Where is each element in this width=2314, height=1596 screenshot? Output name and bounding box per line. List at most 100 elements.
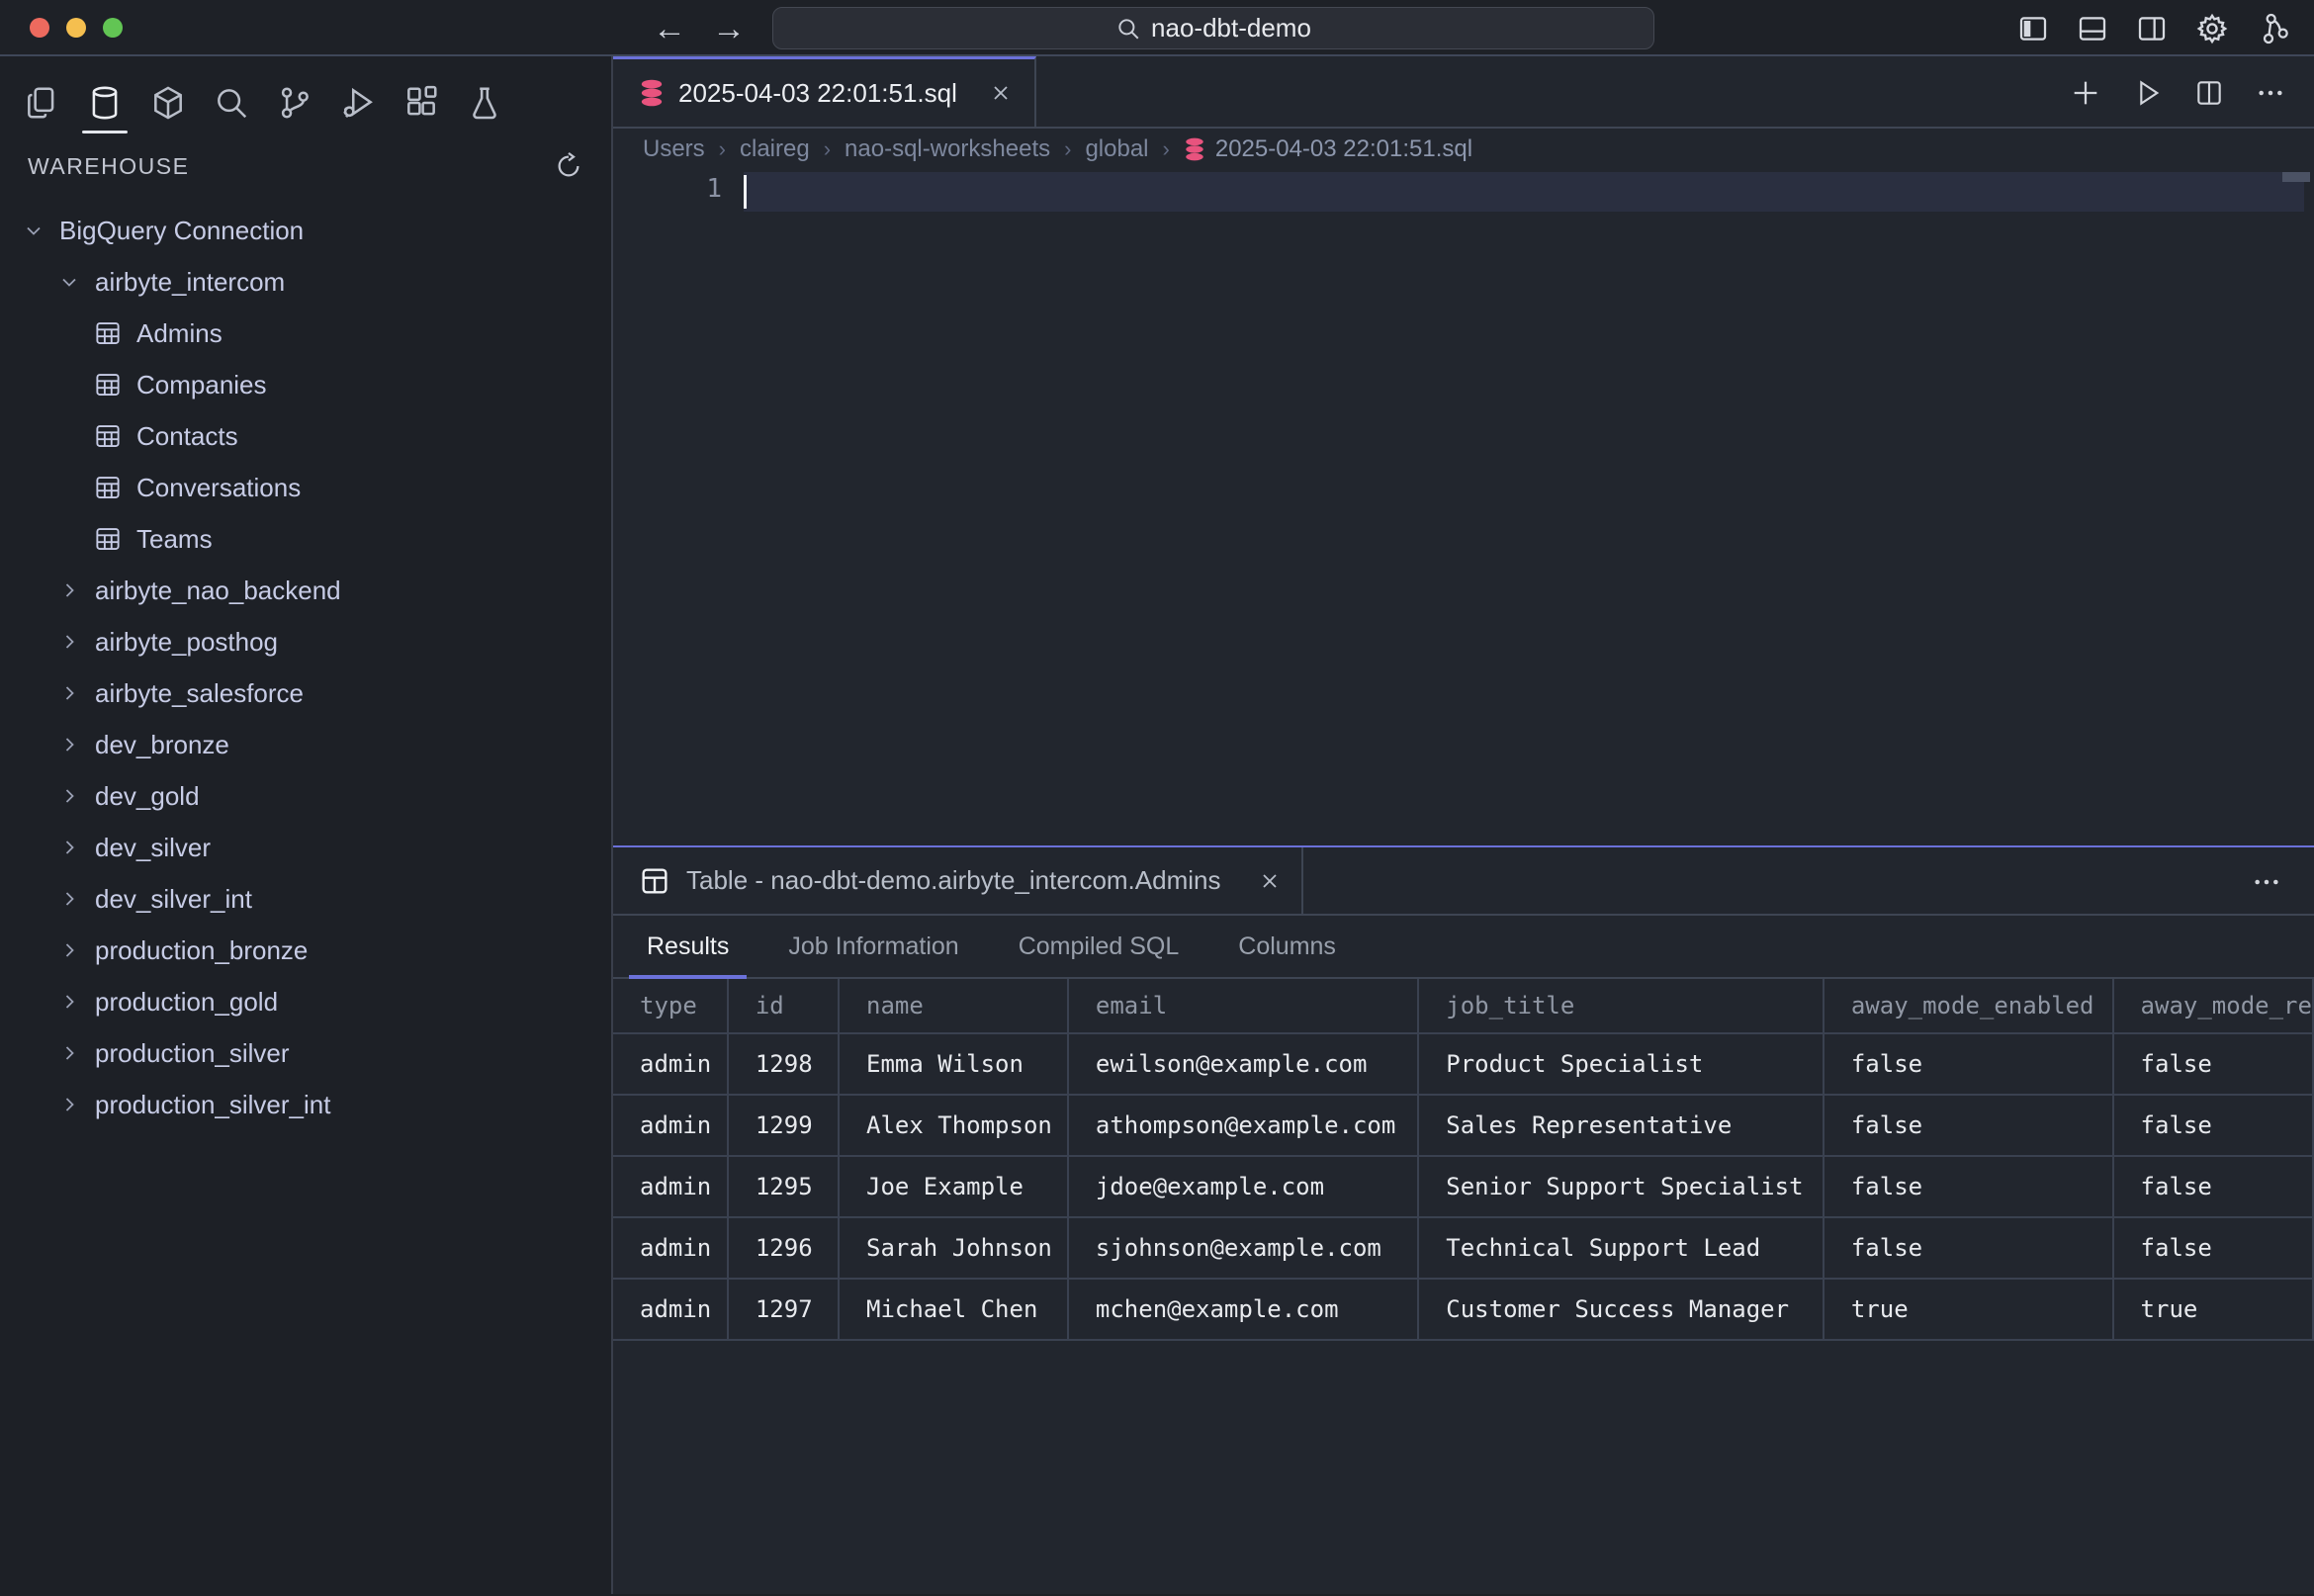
cell-away_mode_re[interactable]: false xyxy=(2113,1156,2313,1217)
tree-item-production-bronze[interactable]: production_bronze xyxy=(0,925,611,976)
cell-name[interactable]: Sarah Johnson xyxy=(839,1217,1068,1279)
subtab-job-information[interactable]: Job Information xyxy=(784,916,962,977)
cell-away_mode_enabled[interactable]: false xyxy=(1824,1095,2113,1156)
toggle-left-sidebar-icon[interactable] xyxy=(2015,11,2051,46)
toggle-bottom-panel-icon[interactable] xyxy=(2075,11,2110,46)
cell-job_title[interactable]: Customer Success Manager xyxy=(1418,1279,1824,1340)
cell-email[interactable]: athompson@example.com xyxy=(1068,1095,1418,1156)
subtab-results[interactable]: Results xyxy=(643,916,733,977)
zoom-window-button[interactable] xyxy=(103,18,123,38)
close-tab-icon[interactable] xyxy=(989,81,1013,105)
toggle-right-sidebar-icon[interactable] xyxy=(2134,11,2170,46)
cell-away_mode_re[interactable]: false xyxy=(2113,1095,2313,1156)
cell-name[interactable]: Michael Chen xyxy=(839,1279,1068,1340)
cell-id[interactable]: 1296 xyxy=(728,1217,839,1279)
extensions-icon[interactable] xyxy=(396,72,447,133)
split-editor-icon[interactable] xyxy=(2191,75,2227,111)
tree-item-production-silver[interactable]: production_silver xyxy=(0,1027,611,1079)
tree-item-contacts[interactable]: Contacts xyxy=(0,410,611,462)
more-actions-icon[interactable] xyxy=(2253,75,2288,111)
cell-type[interactable]: admin xyxy=(613,1033,728,1095)
subtab-columns[interactable]: Columns xyxy=(1234,916,1340,977)
database-icon[interactable] xyxy=(79,72,131,133)
debug-run-icon[interactable] xyxy=(332,72,384,133)
cell-job_title[interactable]: Technical Support Lead xyxy=(1418,1217,1824,1279)
breadcrumb-item[interactable]: global xyxy=(1085,135,1148,163)
source-control-icon[interactable] xyxy=(269,72,320,133)
new-worksheet-icon[interactable] xyxy=(2067,74,2104,112)
column-header-name[interactable]: name xyxy=(839,979,1068,1033)
tree-item-dev-silver-int[interactable]: dev_silver_int xyxy=(0,873,611,925)
cell-type[interactable]: admin xyxy=(613,1156,728,1217)
tree-item-dev-gold[interactable]: dev_gold xyxy=(0,770,611,822)
cell-email[interactable]: jdoe@example.com xyxy=(1068,1156,1418,1217)
panel-tab-table-admins[interactable]: Table - nao-dbt-demo.airbyte_intercom.Ad… xyxy=(613,847,1303,914)
run-icon[interactable] xyxy=(2130,75,2166,111)
cell-id[interactable]: 1298 xyxy=(728,1033,839,1095)
minimize-window-button[interactable] xyxy=(66,18,86,38)
subtab-compiled-sql[interactable]: Compiled SQL xyxy=(1015,916,1184,977)
cell-email[interactable]: mchen@example.com xyxy=(1068,1279,1418,1340)
editor-scrollbar[interactable] xyxy=(2282,172,2310,182)
back-button[interactable]: ← xyxy=(653,12,686,45)
close-panel-tab-icon[interactable] xyxy=(1258,869,1282,893)
cell-id[interactable]: 1299 xyxy=(728,1095,839,1156)
cell-away_mode_re[interactable]: false xyxy=(2113,1033,2313,1095)
breadcrumb-item[interactable]: claireg xyxy=(740,135,810,163)
tree-item-airbyte-posthog[interactable]: airbyte_posthog xyxy=(0,616,611,667)
column-header-id[interactable]: id xyxy=(728,979,839,1033)
editor-tab-sql-worksheet[interactable]: 2025-04-03 22:01:51.sql xyxy=(613,56,1036,127)
column-header-job_title[interactable]: job_title xyxy=(1418,979,1824,1033)
cell-away_mode_enabled[interactable]: false xyxy=(1824,1033,2113,1095)
tree-item-airbyte-intercom[interactable]: airbyte_intercom xyxy=(0,256,611,308)
tree-item-dev-silver[interactable]: dev_silver xyxy=(0,822,611,873)
column-header-email[interactable]: email xyxy=(1068,979,1418,1033)
cell-email[interactable]: ewilson@example.com xyxy=(1068,1033,1418,1095)
test-beaker-icon[interactable] xyxy=(459,72,510,133)
cell-email[interactable]: sjohnson@example.com xyxy=(1068,1217,1418,1279)
cell-job_title[interactable]: Senior Support Specialist xyxy=(1418,1156,1824,1217)
cell-away_mode_enabled[interactable]: true xyxy=(1824,1279,2113,1340)
forward-button[interactable]: → xyxy=(712,12,746,45)
cell-away_mode_enabled[interactable]: false xyxy=(1824,1217,2113,1279)
cell-id[interactable]: 1297 xyxy=(728,1279,839,1340)
column-header-type[interactable]: type xyxy=(613,979,728,1033)
tree-item-airbyte-salesforce[interactable]: airbyte_salesforce xyxy=(0,667,611,719)
tree-item-bigquery-connection[interactable]: BigQuery Connection xyxy=(0,205,611,256)
panel-more-actions-icon[interactable] xyxy=(2249,847,2284,916)
refresh-icon[interactable] xyxy=(552,149,585,183)
cell-type[interactable]: admin xyxy=(613,1217,728,1279)
breadcrumb-item-file[interactable]: 2025-04-03 22:01:51.sql xyxy=(1184,135,1472,163)
breadcrumb-item[interactable]: nao-sql-worksheets xyxy=(845,135,1050,163)
code-editor[interactable]: 1 xyxy=(613,170,2314,845)
tree-item-conversations[interactable]: Conversations xyxy=(0,462,611,513)
tree-item-dev-bronze[interactable]: dev_bronze xyxy=(0,719,611,770)
cell-type[interactable]: admin xyxy=(613,1095,728,1156)
package-icon[interactable] xyxy=(142,72,194,133)
files-icon[interactable] xyxy=(16,72,67,133)
cell-job_title[interactable]: Sales Representative xyxy=(1418,1095,1824,1156)
tree-item-production-silver-int[interactable]: production_silver_int xyxy=(0,1079,611,1130)
fork-icon[interactable] xyxy=(2255,11,2290,46)
settings-gear-icon[interactable] xyxy=(2193,10,2231,47)
cell-name[interactable]: Joe Example xyxy=(839,1156,1068,1217)
tree-item-airbyte-nao-backend[interactable]: airbyte_nao_backend xyxy=(0,565,611,616)
tree-item-production-gold[interactable]: production_gold xyxy=(0,976,611,1027)
cell-job_title[interactable]: Product Specialist xyxy=(1418,1033,1824,1095)
close-window-button[interactable] xyxy=(30,18,49,38)
command-center-search[interactable]: nao-dbt-demo xyxy=(772,7,1654,49)
breadcrumb-item[interactable]: Users xyxy=(643,135,705,163)
cell-name[interactable]: Alex Thompson xyxy=(839,1095,1068,1156)
cell-id[interactable]: 1295 xyxy=(728,1156,839,1217)
cell-type[interactable]: admin xyxy=(613,1279,728,1340)
tree-item-teams[interactable]: Teams xyxy=(0,513,611,565)
cell-away_mode_re[interactable]: false xyxy=(2113,1217,2313,1279)
cell-away_mode_enabled[interactable]: false xyxy=(1824,1156,2113,1217)
cell-name[interactable]: Emma Wilson xyxy=(839,1033,1068,1095)
column-header-away_mode_enabled[interactable]: away_mode_enabled xyxy=(1824,979,2113,1033)
cell-away_mode_re[interactable]: true xyxy=(2113,1279,2313,1340)
search-sidebar-icon[interactable] xyxy=(206,72,257,133)
tree-item-admins[interactable]: Admins xyxy=(0,308,611,359)
tree-item-companies[interactable]: Companies xyxy=(0,359,611,410)
column-header-away_mode_re[interactable]: away_mode_re xyxy=(2113,979,2313,1033)
